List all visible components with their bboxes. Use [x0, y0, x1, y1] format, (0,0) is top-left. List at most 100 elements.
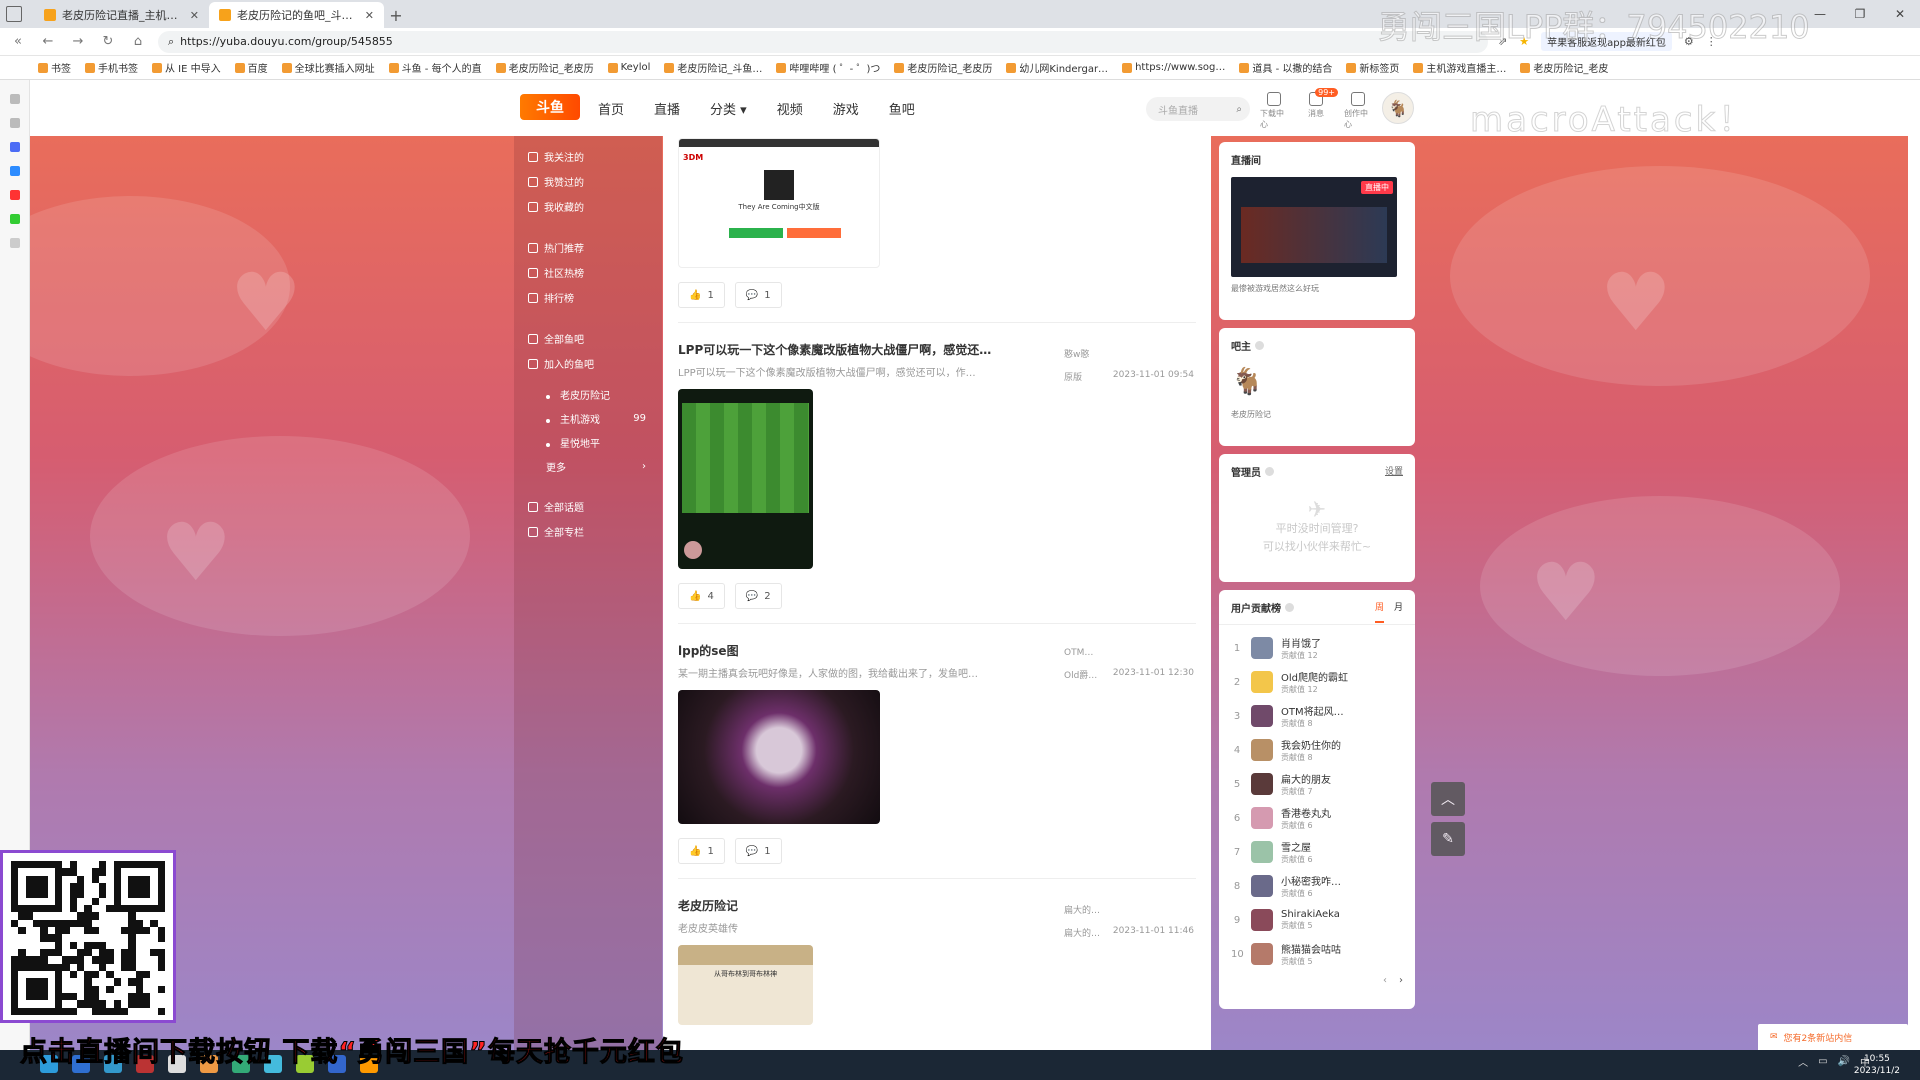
- rank-user-name[interactable]: 肖肖饿了: [1281, 635, 1321, 650]
- nav-all-columns[interactable]: 全部专栏: [514, 519, 662, 544]
- creator-center[interactable]: 创作中心: [1344, 92, 1372, 130]
- avatar[interactable]: [1251, 875, 1273, 897]
- comment-button[interactable]: 💬 1: [734, 838, 782, 864]
- app-icon[interactable]: [9, 142, 20, 152]
- live-caption[interactable]: 最惨被游戏居然这么好玩: [1231, 283, 1403, 294]
- bookmark-item[interactable]: 百度: [234, 60, 268, 75]
- post-image[interactable]: [678, 389, 813, 569]
- new-tab-button[interactable]: +: [384, 2, 408, 28]
- nav-category[interactable]: 分类 ▾: [710, 99, 747, 118]
- avatar[interactable]: [1251, 671, 1273, 693]
- rank-row[interactable]: 9 ShirakiAeka 贡献值 5: [1231, 903, 1403, 937]
- joined-yuba-item[interactable]: 老皮历险记: [514, 382, 662, 406]
- owner-name[interactable]: 老皮历险记: [1231, 409, 1403, 420]
- avatar[interactable]: [1251, 841, 1273, 863]
- avatar[interactable]: [1251, 739, 1273, 761]
- tab-month[interactable]: 月: [1394, 600, 1403, 623]
- douyu-logo[interactable]: 斗鱼: [520, 94, 580, 120]
- rank-user-name[interactable]: 小秘密我咋…: [1281, 873, 1341, 888]
- admin-settings-link[interactable]: 设置: [1385, 464, 1403, 477]
- reload-icon[interactable]: ↻: [98, 34, 118, 49]
- rank-row[interactable]: 2 Old爬爬的霸虹 贡献值 12: [1231, 665, 1403, 699]
- rank-user-name[interactable]: 扁大的朋友: [1281, 771, 1331, 786]
- rank-user-name[interactable]: ShirakiAeka: [1281, 909, 1340, 920]
- bookmark-item[interactable]: 斗鱼 - 每个人的直: [388, 60, 482, 75]
- download-center[interactable]: 下载中心: [1260, 92, 1288, 130]
- network-icon[interactable]: ▭: [1818, 1056, 1827, 1067]
- rank-row[interactable]: 1 肖肖饿了 贡献值 12: [1231, 631, 1403, 665]
- avatar[interactable]: [1251, 637, 1273, 659]
- bookmark-item[interactable]: 全球比赛插入网址: [281, 60, 375, 75]
- prev-page-icon[interactable]: ‹: [1383, 975, 1387, 986]
- avatar[interactable]: [1251, 705, 1273, 727]
- nav-ranking[interactable]: 排行榜: [514, 285, 662, 310]
- rank-row[interactable]: 4 我会奶住你的 贡献值 8: [1231, 733, 1403, 767]
- bookmark-item[interactable]: Keylol: [607, 62, 650, 73]
- bookmark-item[interactable]: 老皮历险记_斗鱼…: [664, 60, 762, 75]
- app-icon[interactable]: [9, 166, 20, 176]
- bookmark-item[interactable]: 新标签页: [1346, 60, 1399, 75]
- bookmark-item[interactable]: 哔哩哔哩 ( ゜- ゜)つ: [776, 60, 880, 75]
- next-page-icon[interactable]: ›: [1399, 975, 1403, 986]
- edit-post-icon[interactable]: ✎: [1431, 822, 1465, 856]
- nav-hot[interactable]: 热门推荐: [514, 235, 662, 260]
- rank-row[interactable]: 7 雪之屋 贡献值 6: [1231, 835, 1403, 869]
- live-thumbnail[interactable]: 直播中: [1231, 177, 1397, 277]
- post-desc[interactable]: 老皮皮英雄传: [678, 920, 1008, 935]
- browser-tab[interactable]: 老皮历险记直播_主机其他游戏直播 ✕: [34, 2, 209, 28]
- joined-yuba-item[interactable]: 星悦地平: [514, 430, 662, 454]
- nav-yuba[interactable]: 鱼吧: [889, 99, 915, 118]
- post-desc[interactable]: LPP可以玩一下这个像素魔改版植物大战僵尸啊，感觉还可以，作…: [678, 364, 1008, 379]
- nav-community-hot[interactable]: 社区热榜: [514, 260, 662, 285]
- post-image[interactable]: [678, 690, 880, 824]
- search-icon[interactable]: ⌕: [1236, 104, 1242, 115]
- nav-all-topics[interactable]: 全部话题: [514, 494, 662, 519]
- bookmark-item[interactable]: 书签: [38, 60, 71, 75]
- forward-icon[interactable]: →: [68, 34, 88, 49]
- messages[interactable]: 99+ 消息: [1302, 88, 1338, 130]
- rank-row[interactable]: 3 OTM将起风… 贡献值 8: [1231, 699, 1403, 733]
- nav-joined-yuba[interactable]: 加入的鱼吧: [514, 351, 662, 376]
- nav-video[interactable]: 视频: [777, 99, 803, 118]
- rank-user-name[interactable]: 我会奶住你的: [1281, 737, 1341, 752]
- post-desc[interactable]: 某一期主播真会玩吧好像是，人家做的图，我给截出来了，发鱼吧…: [678, 665, 1008, 680]
- tab-week[interactable]: 周: [1374, 600, 1384, 623]
- joined-yuba-item[interactable]: 主机游戏 99: [514, 406, 662, 430]
- like-button[interactable]: 👍 4: [678, 583, 725, 609]
- app-icon[interactable]: [9, 190, 20, 200]
- post-image[interactable]: 从哥布林到哥布林神: [678, 945, 813, 1025]
- bookmark-item[interactable]: 老皮历险记_老皮: [1520, 60, 1608, 75]
- nav-all-yuba[interactable]: 全部鱼吧: [514, 326, 662, 351]
- close-tab-icon[interactable]: ✕: [365, 9, 374, 22]
- bookmark-item[interactable]: 从 IE 中导入: [152, 60, 221, 75]
- bookmark-item[interactable]: 手机书签: [85, 60, 138, 75]
- bookmark-item[interactable]: 道具 - 以撒的结合: [1239, 60, 1332, 75]
- system-clock[interactable]: 10:55 2023/11/2: [1854, 1053, 1900, 1077]
- bookmark-item[interactable]: 主机游戏直播主…: [1413, 60, 1506, 75]
- nav-game[interactable]: 游戏: [833, 99, 859, 118]
- nav-live[interactable]: 直播: [654, 99, 680, 118]
- rank-row[interactable]: 10 熊猫猫会咕咕 贡献值 5: [1231, 937, 1403, 971]
- back-to-top-icon[interactable]: ︿: [1431, 782, 1465, 816]
- rank-user-name[interactable]: 香港卷丸丸: [1281, 805, 1331, 820]
- like-button[interactable]: 👍 1: [678, 838, 725, 864]
- search-input[interactable]: 斗鱼直播 ⌕: [1146, 97, 1250, 121]
- sidebar-toggle-icon[interactable]: «: [8, 34, 28, 49]
- like-button[interactable]: 👍 1: [678, 282, 725, 308]
- nav-more[interactable]: 更多 ›: [514, 454, 662, 478]
- avatar[interactable]: [1251, 909, 1273, 931]
- nav-favorited[interactable]: 我收藏的: [514, 194, 662, 219]
- post-image[interactable]: 3DM They Are Coming中文版: [678, 138, 880, 268]
- avatar[interactable]: [1251, 807, 1273, 829]
- rank-row[interactable]: 5 扁大的朋友 贡献值 7: [1231, 767, 1403, 801]
- rank-row[interactable]: 8 小秘密我咋… 贡献值 6: [1231, 869, 1403, 903]
- home-icon[interactable]: ⌂: [128, 34, 148, 49]
- nav-home[interactable]: 首页: [598, 99, 624, 118]
- user-avatar[interactable]: 🐐: [1382, 92, 1414, 124]
- bookmark-item[interactable]: https://www.sog…: [1122, 62, 1225, 73]
- bookmark-item[interactable]: 幼儿网Kindergar…: [1006, 60, 1108, 75]
- close-tab-icon[interactable]: ✕: [190, 9, 199, 22]
- url-input[interactable]: ⌕ https://yuba.douyu.com/group/545855: [158, 30, 1488, 53]
- comment-button[interactable]: 💬 1: [734, 282, 782, 308]
- comment-button[interactable]: 💬 2: [734, 583, 782, 609]
